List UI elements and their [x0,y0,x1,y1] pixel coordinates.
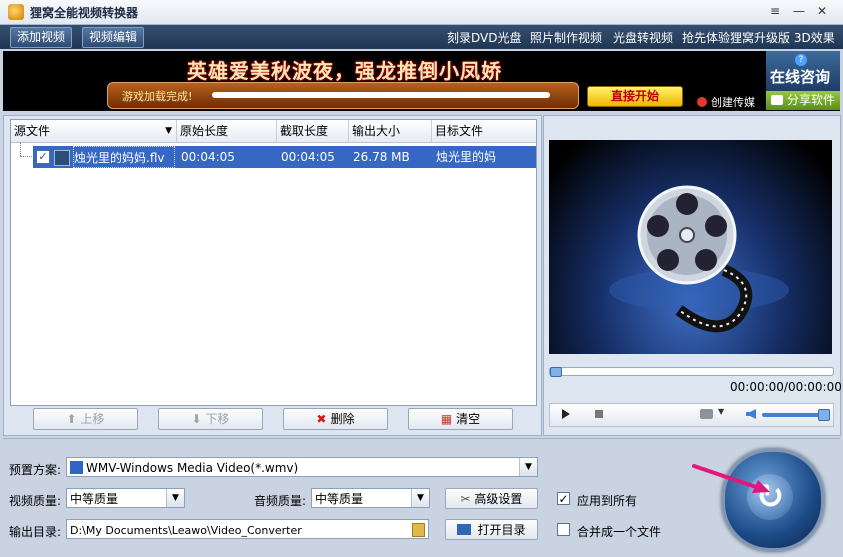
volume-icon[interactable] [746,409,756,419]
file-list-panel: 源文件 ▼ 原始长度 截取长度 输出大小 目标文件 ✓ 烛光里的妈妈.flv 0… [3,115,542,436]
game-progress-frame: 游戏加载完成! [107,82,579,109]
preset-label: 预置方案: [9,463,62,477]
tree-line [20,156,32,158]
sort-down-icon[interactable]: ▼ [165,120,172,142]
video-preview[interactable] [549,140,832,354]
preview-panel: 00:00:00/00:00:00 ▼ [543,115,842,436]
edit-video-button[interactable]: 视频编辑 [82,27,145,48]
apply-all-checkbox[interactable]: ✓ [557,492,570,506]
table-header: 源文件 ▼ 原始长度 截取长度 输出大小 目标文件 [11,120,536,143]
output-dir-label: 输出目录: [9,525,62,539]
row-checkbox[interactable]: ✓ [36,150,50,164]
seek-handle[interactable] [550,367,562,377]
stop-icon[interactable] [595,410,603,418]
audio-quality-select[interactable]: 中等质量 ▼ [311,488,430,508]
add-video-button[interactable]: 添加视频 [10,27,73,48]
delete-button[interactable]: ✖ 删除 [283,408,388,430]
help-icon: ? [795,54,807,66]
windows-media-icon [70,461,83,474]
original-length-cell: 00:04:05 [181,150,235,164]
timecode: 00:00:00/00:00:00 [730,380,842,394]
column-original-length[interactable]: 原始长度 [177,120,277,142]
chevron-down-icon[interactable]: ▼ [166,489,184,507]
upgrade-3d-link[interactable]: 抢先体验狸窝升级版 3D效果 [682,29,835,46]
folder-browse-icon[interactable] [412,523,425,537]
folder-icon [457,524,472,535]
share-label: 分享软件 [787,93,836,107]
file-table[interactable]: 源文件 ▼ 原始长度 截取长度 输出大小 目标文件 ✓ 烛光里的妈妈.flv 0… [10,119,537,406]
snapshot-dropdown-icon[interactable]: ▼ [718,407,724,416]
source-file-cell[interactable]: 烛光里的妈妈.flv [73,146,175,168]
scissors-icon: ✂ [460,492,475,506]
column-clip-length[interactable]: 截取长度 [277,120,349,142]
title-bar: 狸窝全能视频转换器 ≡ — ✕ [0,0,843,25]
banner-ad[interactable]: 英雄爱美秋波夜，强龙推倒小凤娇 游戏加载完成! 直接开始 创建传媒 ? 在线咨询… [3,51,840,111]
window-title: 狸窝全能视频转换器 [30,6,139,20]
weibo-link[interactable]: 创建传媒 [711,94,755,110]
menu-icon[interactable]: ≡ [766,3,784,20]
weibo-icon [697,97,707,107]
film-icon [54,150,70,166]
online-consult-button[interactable]: ? 在线咨询 [766,51,840,91]
column-output-size[interactable]: 输出大小 [349,120,432,142]
minimize-icon[interactable]: — [790,3,808,20]
snapshot-camera-icon[interactable] [700,409,713,419]
table-row[interactable]: ✓ 烛光里的妈妈.flv 00:04:05 00:04:05 26.78 MB … [33,146,536,186]
merge-label: 合并成一个文件 [577,525,662,539]
banner-title: 英雄爱美秋波夜，强龙推倒小凤娇 [187,59,502,83]
move-up-button[interactable]: ⬆ 上移 [33,408,138,430]
player-controls: ▼ [549,403,834,427]
column-target[interactable]: 目标文件 [432,120,536,142]
progress-bar [212,92,550,98]
progress-text: 游戏加载完成! [122,90,193,103]
output-size-cell: 26.78 MB [353,150,410,164]
clear-list-icon: ▦ [440,412,457,426]
audio-quality-label: 音频质量: [254,494,307,508]
photo-video-link[interactable]: 照片制作视频 [530,29,602,46]
seek-slider[interactable] [549,367,834,377]
merge-checkbox[interactable] [557,523,570,536]
apply-all-label: 应用到所有 [577,494,638,508]
disc-to-video-link[interactable]: 光盘转视频 [613,29,673,46]
film-reel-icon [609,185,789,333]
toolbar: 添加视频 视频编辑 刻录DVD光盘 照片制作视频 光盘转视频 抢先体验狸窝升级版… [0,25,843,49]
close-icon[interactable]: ✕ [813,3,831,20]
chevron-down-icon[interactable]: ▼ [519,458,537,476]
open-directory-button[interactable]: 打开目录 [445,519,538,540]
pink-arrow-annotation [692,464,770,493]
video-quality-label: 视频质量: [9,494,62,508]
video-quality-select[interactable]: 中等质量 ▼ [66,488,185,508]
volume-slider[interactable] [762,409,830,421]
start-game-button[interactable]: 直接开始 [587,86,683,107]
move-down-button[interactable]: ⬇ 下移 [158,408,263,430]
delete-x-icon: ✖ [316,412,331,426]
thumbs-up-icon [771,95,783,105]
volume-handle[interactable] [818,409,830,421]
consult-label: 在线咨询 [770,68,831,86]
share-software-button[interactable]: 分享软件 [766,91,840,110]
clip-length-cell: 00:04:05 [281,150,335,164]
arrow-up-icon: ⬆ [66,412,81,426]
target-file-cell: 烛光里的妈妈.wmv [436,150,497,186]
play-icon[interactable] [562,409,570,419]
output-dir-field[interactable]: D:\My Documents\Leawo\Video_Converter [66,519,429,539]
chevron-down-icon[interactable]: ▼ [411,489,429,507]
preset-select[interactable]: WMV-Windows Media Video(*.wmv) ▼ [66,457,538,477]
advanced-settings-button[interactable]: ✂ 高级设置 [445,488,538,509]
tree-line [20,142,22,156]
app-logo-icon [8,4,24,20]
burn-dvd-link[interactable]: 刻录DVD光盘 [447,29,521,46]
arrow-down-icon: ⬇ [191,412,206,426]
clear-button[interactable]: ▦ 清空 [408,408,513,430]
column-source[interactable]: 源文件 ▼ [11,120,177,142]
